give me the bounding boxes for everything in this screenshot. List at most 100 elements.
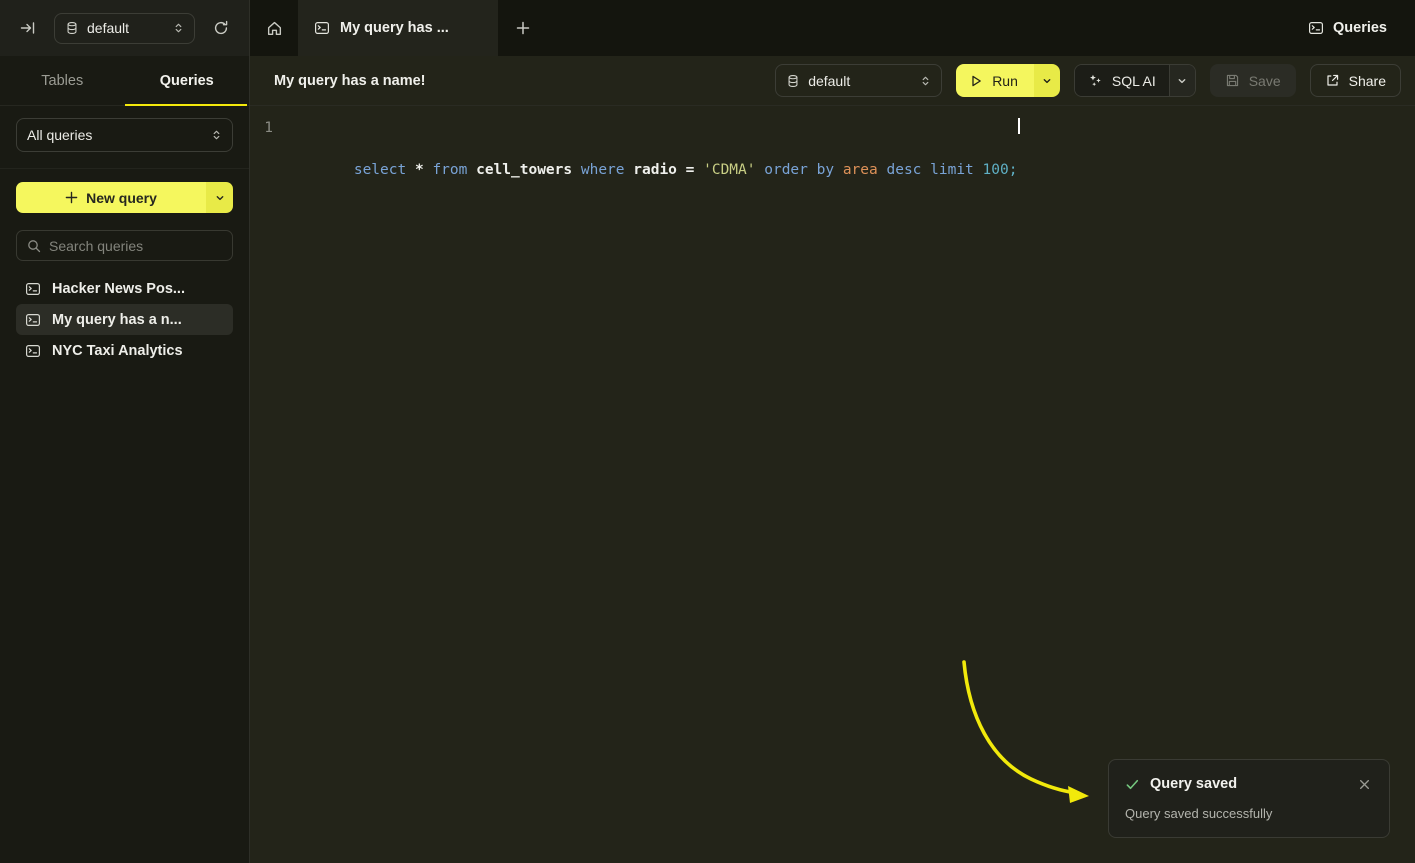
check-icon [1125,777,1140,792]
code-token [921,162,930,178]
run-split-button: Run [956,64,1060,97]
code-line: 1 select * from cell_towers where radio … [250,118,1415,181]
code-token: from [432,162,467,178]
sql-ai-split-button: SQL AI [1074,64,1196,97]
tab-label: My query has ... [340,20,449,36]
toolbar-database-selector[interactable]: default [775,64,942,97]
collapse-sidebar-button[interactable] [14,14,42,42]
new-query-button[interactable]: New query [16,182,206,213]
query-title: My query has a name! [274,73,426,89]
run-label: Run [992,73,1018,89]
new-query-menu-button[interactable] [206,182,233,213]
main-panel: My query has a name! default [250,56,1415,863]
tab-bar: My query has ... Queries [250,0,1415,56]
line-number: 1 [250,118,284,181]
code-content: select * from cell_towers where radio = … [284,118,1017,181]
new-query-split-button: New query [16,182,233,213]
database-icon [786,74,800,88]
sql-ai-options-button[interactable] [1169,65,1195,96]
console-icon [314,20,330,36]
code-token: order [764,162,808,178]
query-item-label: Hacker News Pos... [52,281,185,297]
chevron-down-icon [215,193,225,203]
console-icon [25,281,41,297]
code-token: by [817,162,834,178]
search-icon [27,239,41,253]
share-button[interactable]: Share [1310,64,1401,97]
sidebar-database-selector[interactable]: default [54,13,195,44]
code-token: select [354,162,406,178]
query-toolbar: default Run [775,64,1401,97]
refresh-icon [213,20,229,36]
share-label: Share [1349,73,1386,89]
search-input[interactable] [49,238,222,254]
refresh-button[interactable] [207,14,235,42]
code-token [756,162,765,178]
home-button[interactable] [250,0,298,56]
save-icon [1225,73,1240,88]
top-bar: default [0,0,1415,56]
sql-ai-label: SQL AI [1112,73,1156,89]
chevron-updown-icon [920,75,931,87]
content: Tables Queries All queries [0,56,1415,863]
sql-editor[interactable]: 1 select * from cell_towers where radio … [250,106,1415,863]
chevron-updown-icon [173,22,184,34]
console-icon [25,343,41,359]
collapse-sidebar-icon [20,20,36,36]
code-token [406,162,415,178]
toast-query-saved: Query saved Query saved successfully [1108,759,1390,838]
sidebar-tabs: Tables Queries [0,56,249,106]
query-filter-value: All queries [27,127,92,143]
queries-panel-label: Queries [1333,20,1387,36]
plus-icon [516,21,530,35]
play-icon [969,74,983,88]
run-options-button[interactable] [1034,64,1060,97]
code-token: cell_towers [476,162,572,178]
console-icon [1308,20,1324,36]
code-token [834,162,843,178]
code-token: where [581,162,625,178]
query-item-label: My query has a n... [52,312,182,328]
database-icon [65,21,79,35]
chevron-down-icon [1177,76,1187,86]
code-token [572,162,581,178]
tab-tables-label: Tables [41,73,83,89]
query-header: My query has a name! default [250,56,1415,106]
save-button[interactable]: Save [1210,64,1296,97]
tab-my-query[interactable]: My query has ... [298,0,498,56]
query-list-item[interactable]: My query has a n... [16,304,233,335]
query-filter-select[interactable]: All queries [16,118,233,152]
new-tab-button[interactable] [498,0,548,56]
code-token: radio [633,162,677,178]
sidebar-header: default [0,0,250,56]
toolbar-database-value: default [808,73,850,89]
chevron-updown-icon [211,129,222,141]
code-token: area [843,162,878,178]
code-token: * [415,162,424,178]
query-filter-section: All queries [0,106,249,169]
toast-header: Query saved [1125,775,1373,793]
query-list-item[interactable]: NYC Taxi Analytics [16,335,233,366]
code-token [694,162,703,178]
queries-panel-button[interactable]: Queries [1308,0,1415,56]
tab-tables[interactable]: Tables [0,56,125,105]
query-search [16,230,233,261]
code-token [808,162,817,178]
code-token [625,162,634,178]
console-icon [25,312,41,328]
code-token [467,162,476,178]
text-caret [1018,118,1020,134]
sql-ai-button[interactable]: SQL AI [1075,65,1169,96]
run-button[interactable]: Run [956,64,1034,97]
toast-close-button[interactable] [1355,775,1373,793]
code-token: 100 [983,162,1009,178]
home-icon [266,20,283,37]
query-item-label: NYC Taxi Analytics [52,343,183,359]
toast-message: Query saved successfully [1125,806,1373,821]
tab-queries[interactable]: Queries [125,56,250,105]
query-list-item[interactable]: Hacker News Pos... [16,273,233,304]
code-token: desc [886,162,921,178]
share-icon [1325,73,1340,88]
chevron-down-icon [1042,76,1052,86]
code-token: ; [1009,162,1018,178]
